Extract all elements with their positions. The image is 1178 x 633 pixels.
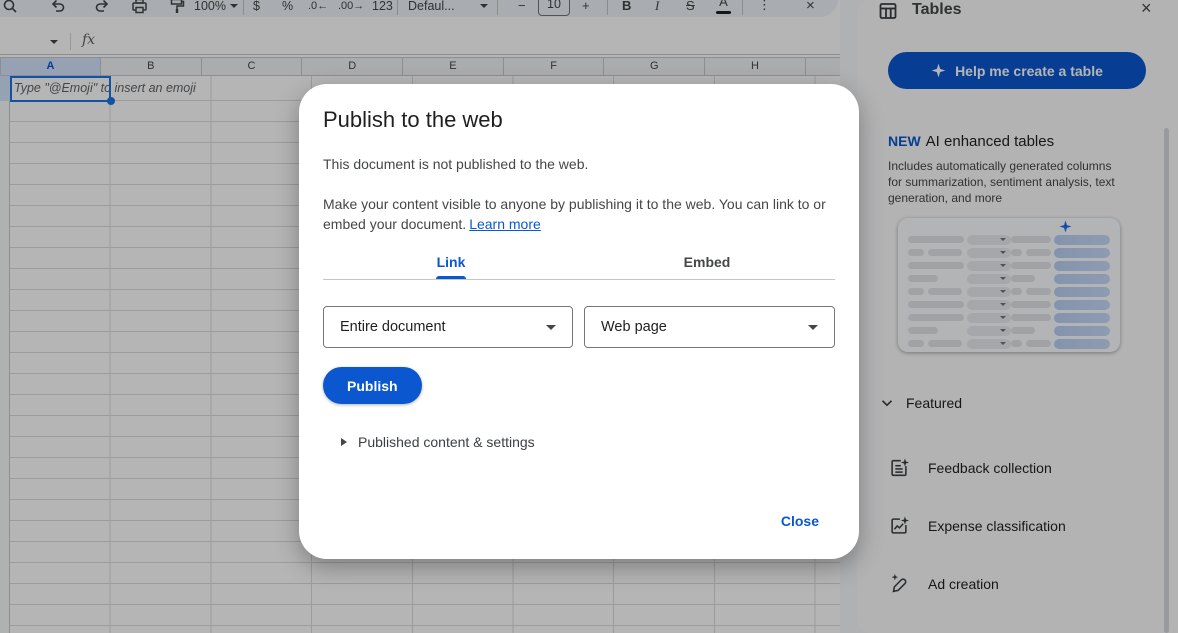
tab-link[interactable]: Link [323, 244, 579, 279]
scope-value: Entire document [340, 319, 446, 335]
format-value: Web page [601, 319, 667, 335]
chevron-down-icon [546, 325, 556, 330]
published-content-settings-toggle[interactable]: Published content & settings [341, 434, 835, 450]
learn-more-link[interactable]: Learn more [469, 216, 541, 232]
chevron-right-icon [341, 438, 347, 446]
google-sheets-window: 100% $ % .0← .00→ 123 Defaul... − 10 + B… [0, 0, 1178, 633]
publish-status-text: This document is not published to the we… [323, 154, 835, 174]
publish-description: Make your content visible to anyone by p… [323, 194, 831, 234]
close-dialog-button[interactable]: Close [781, 513, 819, 529]
dialog-title: Publish to the web [323, 106, 835, 134]
publish-format-dropdown[interactable]: Web page [584, 306, 835, 348]
chevron-down-icon [808, 325, 818, 330]
active-tab-indicator [436, 276, 466, 279]
publish-tabs: Link Embed [323, 244, 835, 280]
tab-embed[interactable]: Embed [579, 244, 835, 279]
publish-to-web-dialog: Publish to the web This document is not … [299, 84, 859, 559]
publish-scope-dropdown[interactable]: Entire document [323, 306, 573, 348]
publish-button[interactable]: Publish [323, 367, 422, 404]
